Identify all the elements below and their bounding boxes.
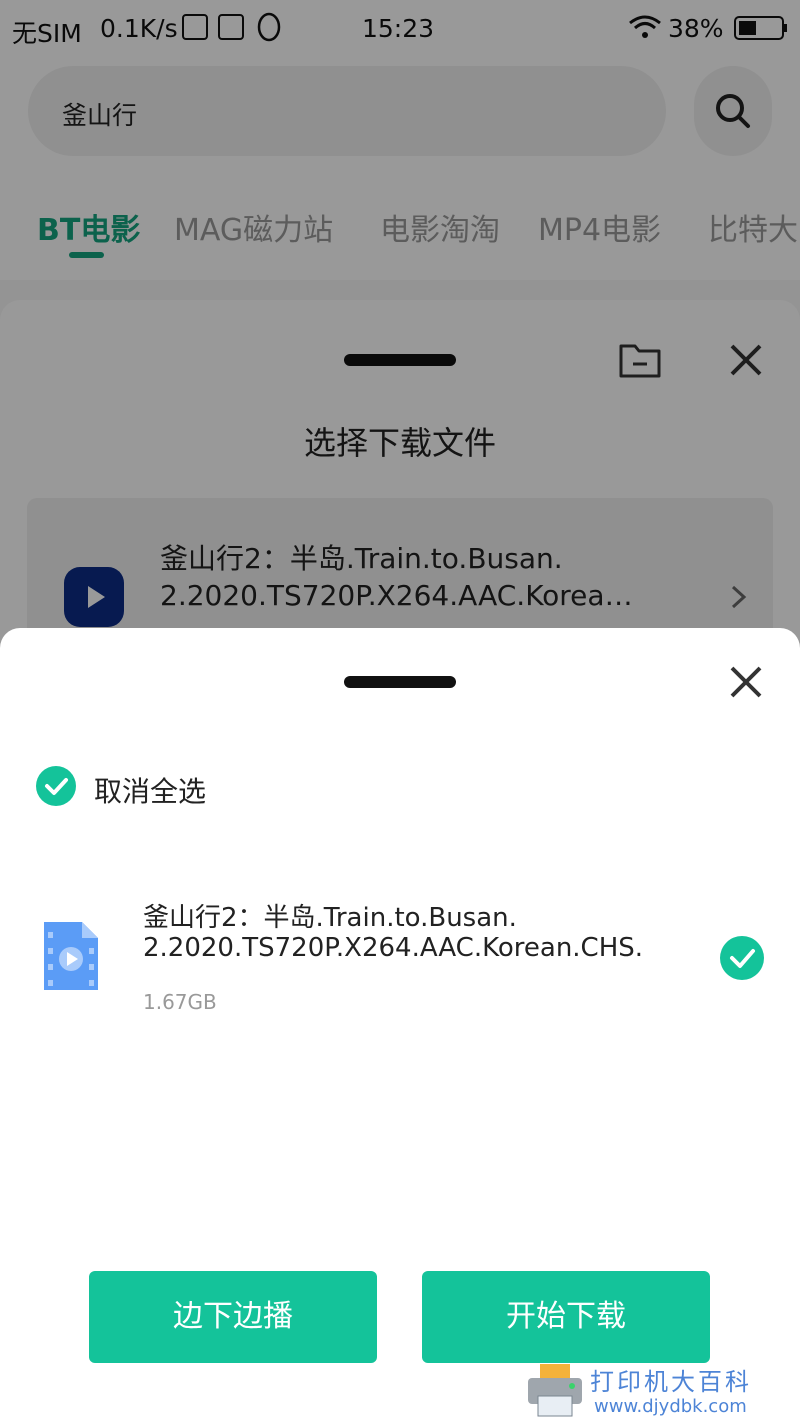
video-file-icon	[42, 920, 100, 992]
watermark-text: 打印机大百科	[590, 1368, 752, 1396]
file-size: 1.67GB	[143, 990, 217, 1014]
printer-logo-icon	[526, 1362, 584, 1418]
check-icon	[45, 778, 68, 795]
close-icon[interactable]	[728, 664, 764, 700]
check-icon	[730, 949, 755, 968]
file-checkbox[interactable]	[720, 936, 764, 980]
sheet-drag-handle[interactable]	[344, 676, 456, 688]
select-all-label[interactable]: 取消全选	[94, 770, 206, 810]
select-all-checkbox[interactable]	[36, 766, 76, 806]
watermark-url: www.djydbk.com	[594, 1396, 747, 1417]
play-while-download-button[interactable]: 边下边播	[89, 1271, 377, 1363]
file-name: 釜山行2：半岛.Train.to.Busan. 2.2020.TS720P.X2…	[143, 903, 644, 963]
start-download-button[interactable]: 开始下载	[422, 1271, 710, 1363]
